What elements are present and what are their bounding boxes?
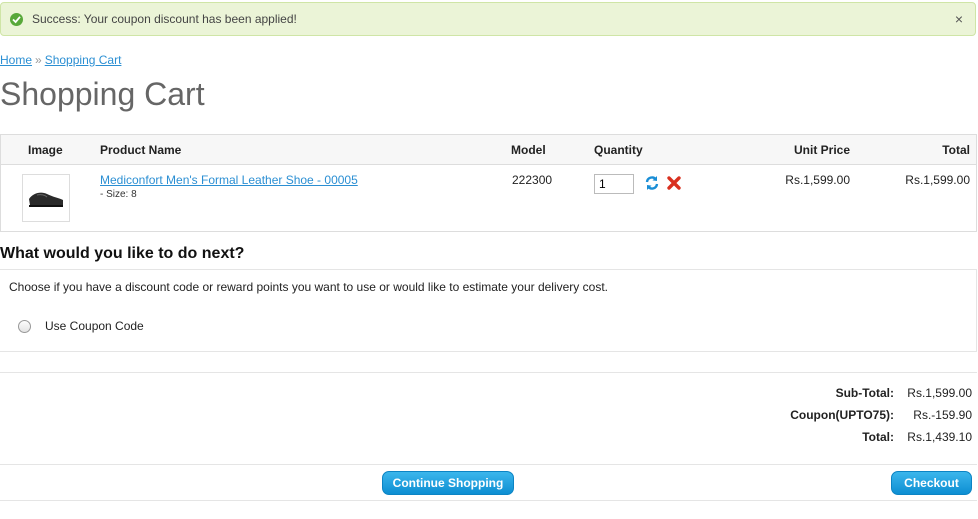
- continue-shopping-button[interactable]: Continue Shopping: [382, 471, 514, 495]
- breadcrumb-home-link[interactable]: Home: [0, 53, 32, 67]
- header-product-name: Product Name: [100, 143, 182, 157]
- subtotal-label: Sub-Total:: [835, 386, 894, 400]
- page-title: Shopping Cart: [0, 76, 205, 112]
- success-alert: Success: Your coupon discount has been a…: [0, 2, 976, 36]
- total-label: Total:: [862, 430, 894, 444]
- next-description: Choose if you have a discount code or re…: [9, 280, 608, 294]
- breadcrumb-separator: »: [35, 53, 42, 67]
- header-unit-price: Unit Price: [793, 143, 850, 157]
- header-image: Image: [28, 143, 63, 157]
- table-row: Mediconfort Men's Formal Leather Shoe - …: [1, 165, 976, 231]
- check-circle-icon: [10, 13, 23, 26]
- product-option: - Size: 8: [100, 189, 137, 200]
- checkout-button[interactable]: Checkout: [891, 471, 972, 495]
- breadcrumb: Home» Shopping Cart: [0, 53, 121, 67]
- breadcrumb-cart-link[interactable]: Shopping Cart: [45, 53, 122, 67]
- coupon-radio-label[interactable]: Use Coupon Code: [45, 319, 144, 333]
- refresh-icon[interactable]: [644, 175, 660, 194]
- cart-totals: Sub-Total: Rs.1,599.00 Coupon(UPTO75): R…: [0, 372, 977, 465]
- header-total: Total: [942, 143, 970, 157]
- quantity-input[interactable]: [594, 174, 634, 194]
- coupon-value: Rs.-159.90: [913, 408, 972, 422]
- header-model: Model: [511, 143, 546, 157]
- remove-icon[interactable]: [666, 175, 682, 194]
- shopping-cart-page: Success: Your coupon discount has been a…: [0, 0, 978, 519]
- cart-table-header: Image Product Name Model Quantity Unit P…: [1, 135, 976, 165]
- coupon-label: Coupon(UPTO75):: [790, 408, 894, 422]
- close-icon[interactable]: ×: [955, 11, 963, 27]
- product-model: 222300: [512, 173, 553, 187]
- subtotal-value: Rs.1,599.00: [907, 386, 972, 400]
- product-name-link[interactable]: Mediconfort Men's Formal Leather Shoe - …: [100, 173, 358, 187]
- header-quantity: Quantity: [594, 143, 643, 157]
- next-heading: What would you like to do next?: [0, 245, 245, 262]
- alert-message: Success: Your coupon discount has been a…: [32, 12, 297, 26]
- product-thumbnail[interactable]: [22, 174, 70, 222]
- line-total: Rs.1,599.00: [905, 173, 970, 187]
- coupon-radio[interactable]: [18, 320, 31, 333]
- unit-price: Rs.1,599.00: [785, 173, 850, 187]
- cart-table: Image Product Name Model Quantity Unit P…: [0, 134, 977, 232]
- next-options: Choose if you have a discount code or re…: [0, 269, 977, 352]
- total-value: Rs.1,439.10: [907, 430, 972, 444]
- divider: [0, 500, 977, 501]
